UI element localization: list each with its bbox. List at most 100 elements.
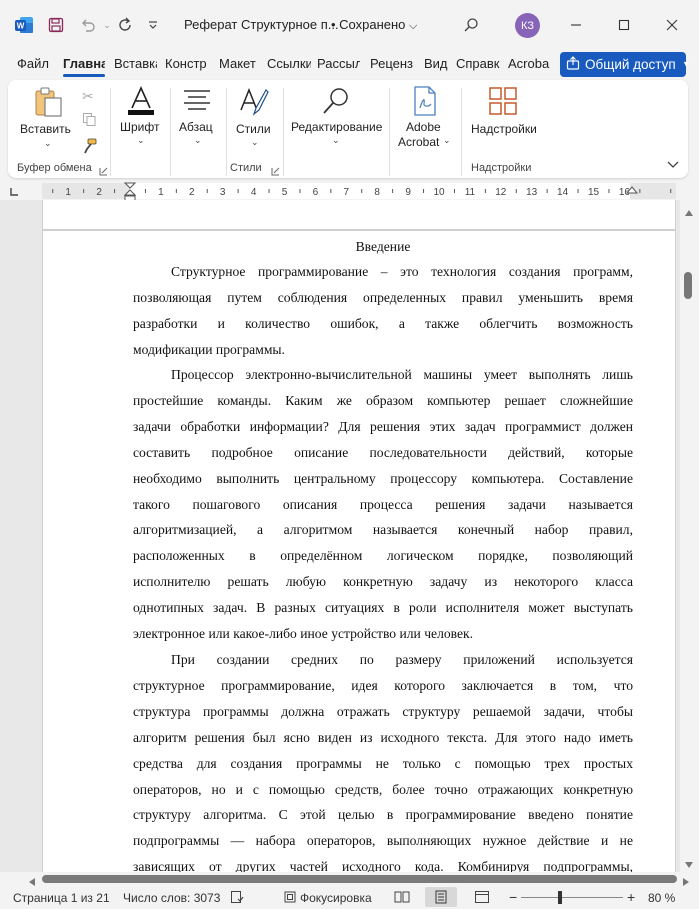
tab-help[interactable]: Справк [456, 56, 500, 71]
paste-button[interactable]: Вставить ⌄ [18, 84, 78, 156]
paragraph[interactable]: При создании средних по размеру приложен… [133, 647, 633, 872]
ribbon-separator [283, 88, 284, 176]
addins-button[interactable]: Надстройки [468, 84, 540, 148]
document-title[interactable]: Реферат Структурное п... [184, 17, 339, 32]
avatar[interactable]: КЗ [515, 13, 540, 38]
copy-icon[interactable] [82, 112, 97, 130]
format-painter-icon[interactable] [82, 138, 98, 157]
redo-icon[interactable] [113, 13, 137, 37]
save-status-label: • Сохранено [331, 17, 406, 32]
print-layout-icon [435, 890, 447, 904]
paragraph[interactable]: Структурное программирование – это техно… [133, 259, 633, 363]
page-count[interactable]: Страница 1 из 21 [13, 891, 110, 905]
cut-icon[interactable]: ✂ [82, 88, 94, 105]
text-line: зависящих от других частей исходного код… [133, 859, 633, 872]
vertical-scrollbar[interactable] [680, 200, 699, 872]
horizontal-ruler[interactable]: 1 2 1 2 3 4 5 6 7 8 9 10 11 12 13 14 15 16 [0, 182, 699, 202]
minimize-icon[interactable] [564, 13, 588, 37]
tab-selector-icon[interactable] [9, 185, 19, 200]
ruler-number: 3 [220, 187, 226, 198]
maximize-icon[interactable] [612, 13, 636, 37]
collapse-ribbon-icon[interactable] [667, 157, 679, 172]
ruler-number: 5 [282, 187, 288, 198]
ruler-number: 1 [158, 187, 164, 198]
tab-home[interactable]: Главна [63, 56, 105, 71]
ruler-number: 11 [465, 187, 476, 198]
document-canvas[interactable]: Введение Структурное программирование – … [0, 200, 680, 872]
ruler-number: 2 [189, 187, 195, 198]
text-line: исполнителю решать любую конкретную зада… [133, 574, 633, 590]
dialog-launcher-icon[interactable] [99, 164, 108, 179]
text-line: такого пошагового описания процесса реше… [133, 496, 633, 512]
share-button[interactable]: Общий доступ ▾ [560, 52, 689, 77]
styles-button[interactable]: Стили ⌄ [232, 84, 278, 148]
adobe-label-line1: Adobe [406, 120, 441, 134]
tab-acrobat[interactable]: Acroba [508, 56, 552, 71]
paragraph[interactable]: Процессор электронно-вычислительной маши… [133, 362, 633, 647]
proofing-icon[interactable] [230, 890, 244, 907]
web-layout-icon[interactable] [474, 890, 490, 907]
zoom-in-icon[interactable]: + [627, 889, 635, 905]
heading-introduction[interactable]: Введение [133, 234, 633, 260]
previous-page-bottom [42, 200, 676, 229]
group-label-addins: Надстройки [471, 162, 532, 174]
active-tab-indicator [63, 74, 105, 77]
print-layout-button[interactable] [425, 887, 457, 907]
ribbon-separator [170, 88, 171, 176]
scroll-down-icon[interactable] [684, 857, 694, 872]
tab-file[interactable]: Файл [17, 56, 51, 71]
text-line: простейшие команды. Каким же образом ком… [133, 392, 633, 408]
ruler-number: 8 [374, 187, 380, 198]
title-bar: W ⌄ Реферат Структурное п... • Сохранено… [0, 0, 699, 50]
scroll-up-icon[interactable] [684, 205, 694, 220]
tab-insert[interactable]: Вставка [114, 56, 157, 71]
horizontal-scroll-thumb[interactable] [42, 875, 677, 883]
zoom-slider-track[interactable] [521, 897, 623, 898]
word-icon: W [14, 15, 34, 35]
customize-toolbar-icon[interactable] [141, 13, 165, 37]
tab-design[interactable]: Констр [165, 56, 208, 71]
adobe-label-line2: Acrobat [398, 135, 440, 149]
font-button[interactable]: Шрифт ⌄ [116, 84, 166, 148]
zoom-out-icon[interactable]: − [509, 889, 517, 905]
text-line: задачи обработки информации? Для решения… [133, 418, 633, 434]
tab-review[interactable]: Реценз [370, 56, 414, 71]
group-label-styles: Стили [230, 162, 262, 174]
focus-icon[interactable] [283, 890, 297, 907]
adobe-acrobat-button[interactable]: Adobe Acrobat ⌄ [396, 84, 454, 152]
styles-icon [238, 86, 270, 121]
close-icon[interactable] [660, 13, 684, 37]
ruler-number: 13 [526, 187, 538, 198]
font-label: Шрифт [120, 120, 160, 134]
ribbon-separator [226, 88, 227, 176]
ruler-number: 4 [251, 187, 257, 198]
chevron-down-icon: ⌵ [409, 20, 418, 32]
text-line: составить подробное описание последовате… [133, 444, 633, 460]
tab-layout[interactable]: Макет [219, 56, 259, 71]
text-line: При создании средних по размеру приложен… [171, 652, 633, 667]
zoom-level[interactable]: 80 % [648, 891, 675, 905]
editing-button[interactable]: Редактирование ⌄ [288, 84, 384, 148]
ribbon-separator [110, 88, 111, 176]
tab-references[interactable]: Ссылки [267, 56, 311, 71]
text-line: позволяющая путем соблюдения определенны… [133, 289, 633, 305]
dialog-launcher-icon[interactable] [271, 164, 280, 179]
text-line: подпрограммы — набора операторов, выполн… [133, 833, 633, 849]
right-indent-marker-icon[interactable] [625, 186, 639, 201]
save-status[interactable]: • Сохранено ⌵ [331, 17, 417, 33]
save-icon[interactable] [44, 13, 68, 37]
tab-mailings[interactable]: Рассыл [317, 56, 360, 71]
vertical-scroll-thumb[interactable] [684, 272, 692, 299]
word-count[interactable]: Число слов: 3073 [123, 891, 220, 905]
ribbon-separator [389, 88, 390, 176]
text-line: Структурное программирование – это техно… [171, 264, 633, 279]
tab-view[interactable]: Вид [424, 56, 448, 71]
paragraph-button[interactable]: Абзац ⌄ [176, 84, 222, 148]
read-mode-icon[interactable] [394, 890, 410, 907]
document-page[interactable]: Введение Структурное программирование – … [42, 230, 676, 872]
zoom-slider-thumb[interactable] [558, 891, 562, 904]
addins-grid-icon [488, 86, 518, 119]
group-label-clipboard: Буфер обмена [17, 162, 92, 174]
search-icon[interactable] [459, 13, 483, 37]
focus-mode-label[interactable]: Фокусировка [300, 891, 372, 905]
